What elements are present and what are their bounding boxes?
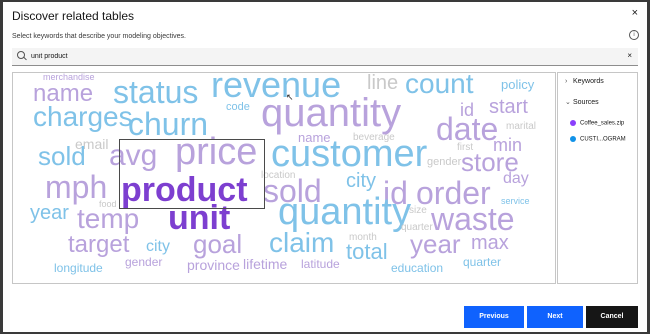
keyword-quantity[interactable]: quantity xyxy=(261,93,401,133)
keyword-year-2[interactable]: year xyxy=(410,231,461,257)
keyword-sold[interactable]: sold xyxy=(38,143,86,169)
keyword-code[interactable]: code xyxy=(226,102,250,113)
keyword-quantity-2[interactable]: quantity xyxy=(278,193,411,231)
keyword-size[interactable]: size xyxy=(409,206,427,216)
source-item[interactable]: CUSTI...OGRAM xyxy=(570,136,626,143)
keyword-claim[interactable]: claim xyxy=(269,229,334,257)
keyword-cloud: merchandise revenue line count policy na… xyxy=(12,72,556,284)
source-color-dot xyxy=(570,136,576,142)
sources-accordion-label: Sources xyxy=(573,99,599,106)
keyword-goal[interactable]: goal xyxy=(193,231,242,257)
keyword-policy[interactable]: policy xyxy=(501,78,534,91)
mouse-cursor-icon: ↖ xyxy=(286,92,294,102)
keyword-education[interactable]: education xyxy=(391,262,443,274)
keyword-city-2[interactable]: city xyxy=(146,239,170,255)
filter-panel: › Keywords ⌄ Sources Coffee_sales.zip CUST… xyxy=(557,72,638,284)
keyword-longitude[interactable]: longitude xyxy=(54,262,103,274)
source-name: Coffee_sales.zip xyxy=(580,120,625,127)
previous-button[interactable]: Previous xyxy=(464,306,524,328)
keyword-latitude[interactable]: latitude xyxy=(301,258,340,270)
keyword-date[interactable]: date xyxy=(436,113,498,145)
keyword-target[interactable]: target xyxy=(68,233,129,257)
keyword-year[interactable]: year xyxy=(30,203,69,223)
keyword-total[interactable]: total xyxy=(346,241,388,263)
keywords-accordion[interactable]: › Keywords xyxy=(565,78,604,85)
keyword-count[interactable]: count xyxy=(405,73,474,98)
discover-related-tables-dialog: Discover related tables × Select keyword… xyxy=(3,2,647,332)
keyword-gender[interactable]: gender xyxy=(427,157,461,168)
keyword-mph[interactable]: mph xyxy=(45,171,107,203)
keyword-max[interactable]: max xyxy=(471,233,509,253)
keyword-line[interactable]: line xyxy=(367,73,398,93)
keyword-gender-2[interactable]: gender xyxy=(125,256,162,268)
chevron-right-icon: › xyxy=(565,78,568,85)
keyword-temp[interactable]: temp xyxy=(77,205,139,233)
keyword-charges[interactable]: charges xyxy=(33,103,133,131)
keyword-day[interactable]: day xyxy=(503,171,529,187)
keyword-city[interactable]: city xyxy=(346,171,376,191)
source-item[interactable]: Coffee_sales.zip xyxy=(570,120,624,127)
search-icon xyxy=(17,51,25,59)
source-name: CUSTI...OGRAM xyxy=(580,136,626,143)
keyword-quarter-2[interactable]: quarter xyxy=(463,256,501,268)
info-icon[interactable]: i xyxy=(629,30,639,40)
dialog-footer: Previous Next Cancel xyxy=(3,292,647,332)
search-input[interactable] xyxy=(31,50,591,63)
keyword-search: × xyxy=(12,48,638,66)
dialog-subtitle: Select keywords that describe your model… xyxy=(12,33,186,40)
chevron-down-icon: ⌄ xyxy=(565,99,571,106)
close-icon[interactable]: × xyxy=(632,7,638,19)
clear-search-icon[interactable]: × xyxy=(627,51,632,60)
keyword-customer[interactable]: customer xyxy=(271,135,427,173)
cancel-button[interactable]: Cancel xyxy=(586,306,638,328)
dialog-title: Discover related tables xyxy=(12,9,135,23)
keywords-accordion-label: Keywords xyxy=(573,78,604,85)
sources-accordion[interactable]: ⌄ Sources xyxy=(565,98,599,106)
keyword-lifetime[interactable]: lifetime xyxy=(243,257,287,271)
next-button[interactable]: Next xyxy=(527,306,583,328)
keyword-marital[interactable]: marital xyxy=(506,122,536,132)
keyword-province[interactable]: province xyxy=(187,258,240,272)
selected-keywords-highlight xyxy=(119,139,265,209)
source-color-dot xyxy=(570,120,576,126)
